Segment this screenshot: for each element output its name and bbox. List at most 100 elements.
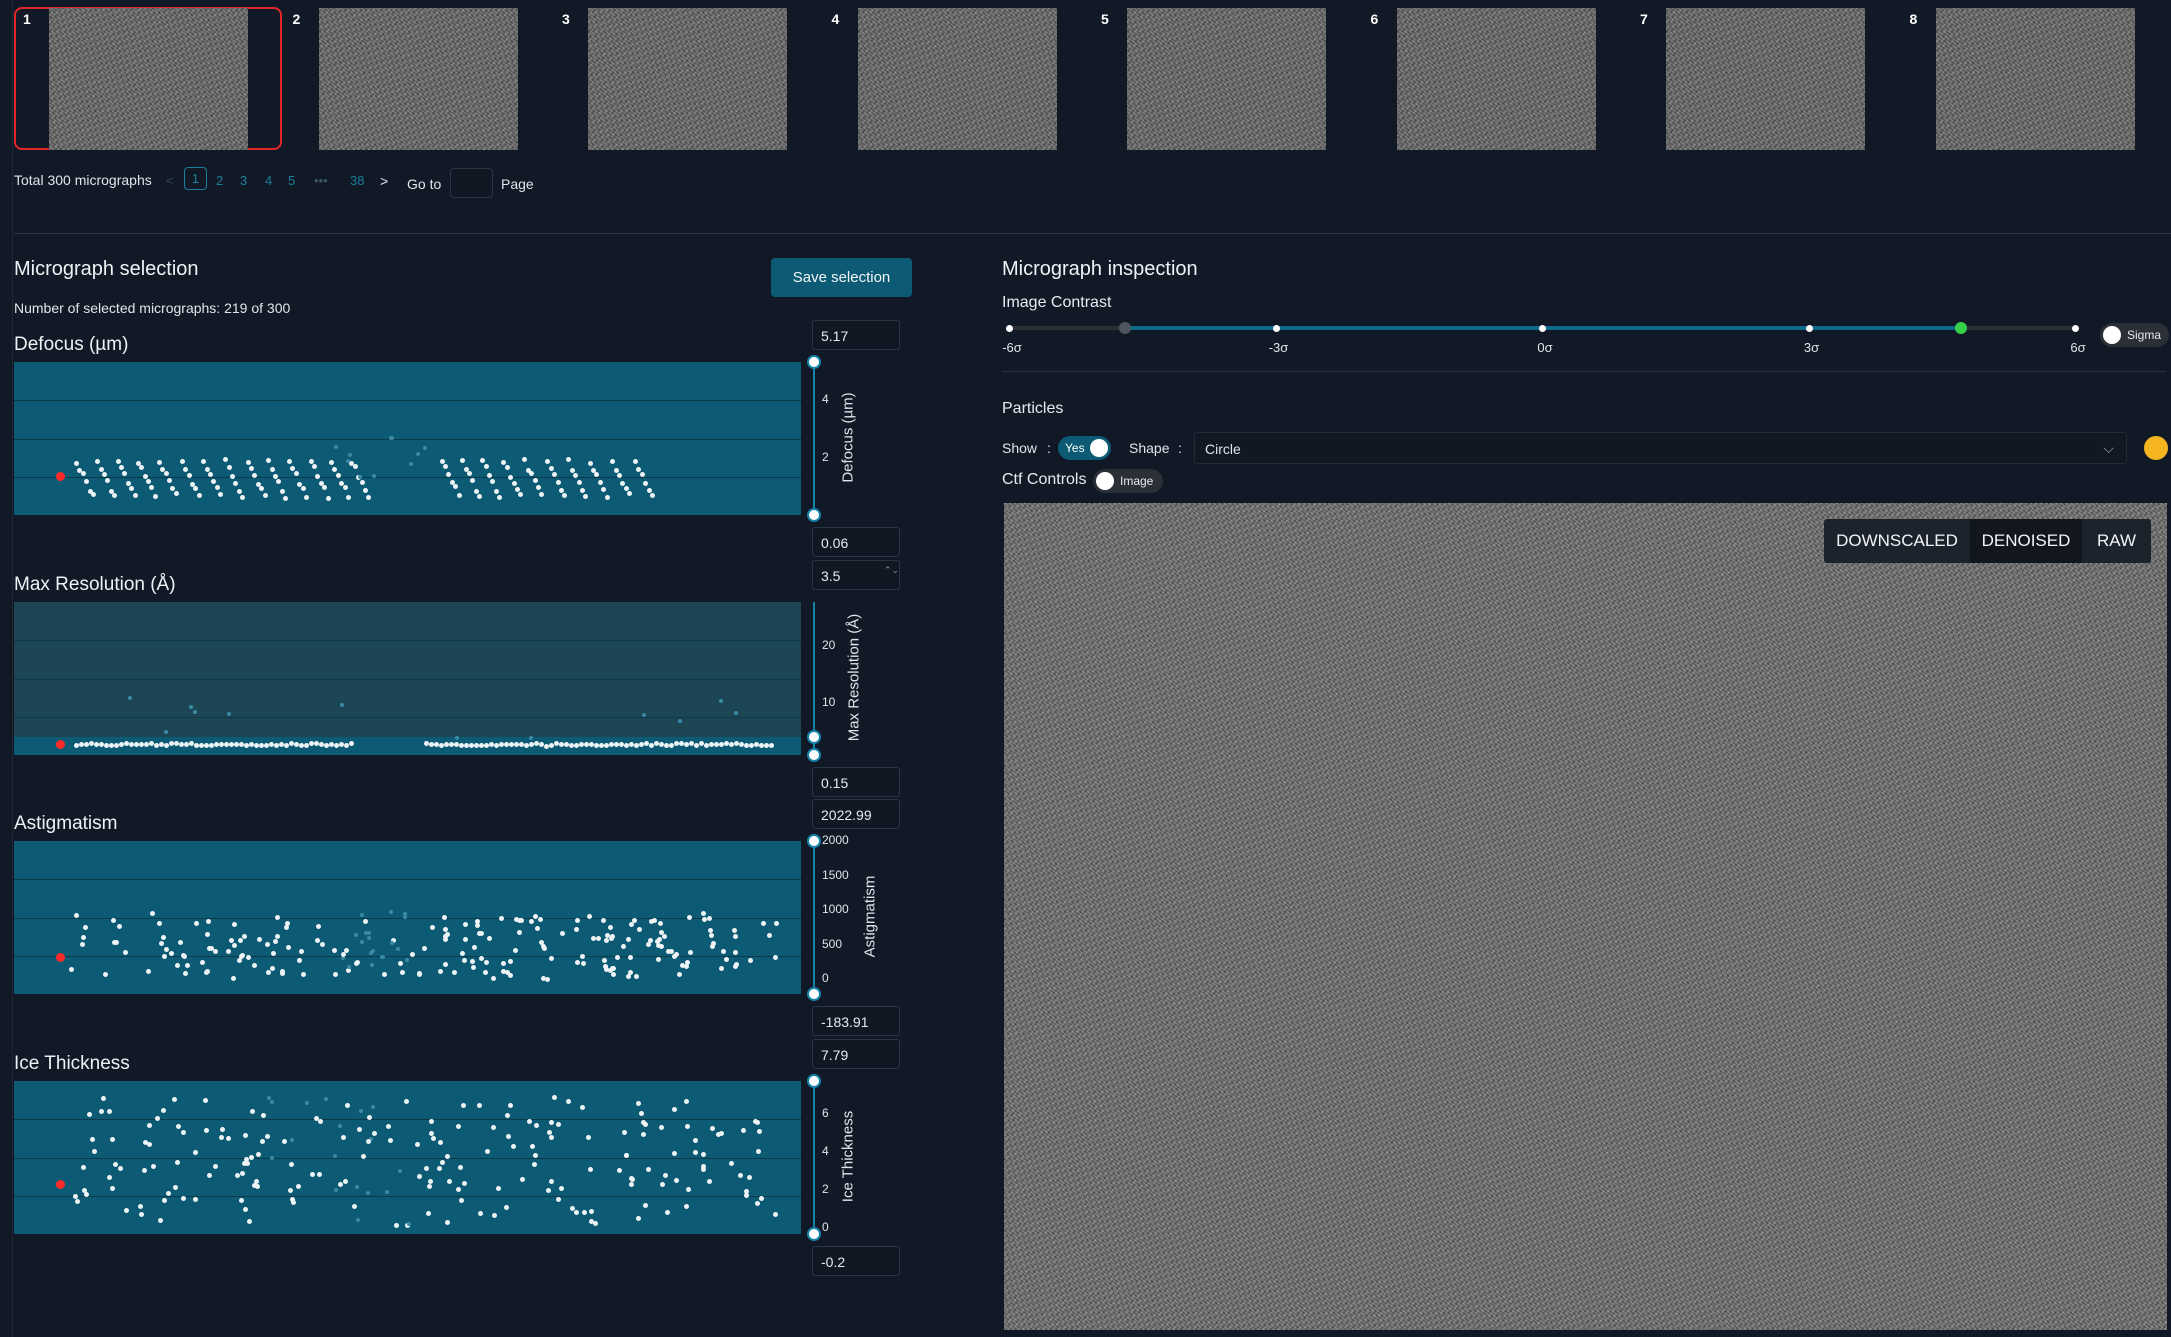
data-point — [579, 1105, 585, 1111]
thumbnail-image[interactable] — [1666, 8, 1865, 150]
thumbnail-image[interactable] — [318, 8, 518, 150]
data-point — [487, 472, 493, 478]
range-lower-input[interactable]: 0.06 — [812, 527, 900, 557]
show-colon: : — [1047, 440, 1051, 456]
contrast-high-handle[interactable] — [1954, 322, 1967, 334]
axis-title: Ice Thickness — [839, 1110, 857, 1202]
data-point — [282, 1138, 288, 1144]
data-point — [482, 970, 488, 976]
data-point — [180, 1195, 186, 1201]
data-point — [706, 916, 712, 922]
data-point — [201, 458, 207, 464]
data-point — [99, 1109, 105, 1115]
data-point — [535, 925, 541, 931]
data-point — [499, 916, 505, 922]
sigma-toggle[interactable]: Sigma — [2100, 323, 2169, 347]
data-point — [580, 960, 586, 966]
data-point — [343, 1178, 349, 1184]
data-point — [309, 1172, 315, 1178]
range-slider-track[interactable] — [813, 362, 815, 515]
data-point — [193, 1197, 199, 1203]
thumbnail-image[interactable] — [1127, 8, 1326, 150]
micrograph-image[interactable] — [1004, 503, 2167, 1330]
range-lower-handle[interactable] — [807, 987, 821, 1001]
thumbnail-image[interactable] — [588, 8, 787, 150]
data-point — [132, 492, 138, 498]
range-upper-handle[interactable] — [807, 730, 821, 744]
data-point — [709, 932, 715, 938]
shape-select[interactable]: Circle ⌵ — [1194, 432, 2127, 464]
data-point — [178, 940, 184, 946]
prev-page-button[interactable]: < — [166, 173, 174, 188]
data-point — [516, 930, 522, 936]
data-point — [300, 486, 306, 492]
thumbnail-image[interactable] — [49, 8, 248, 150]
range-lower-input[interactable]: -0.2 — [812, 1246, 900, 1276]
data-point — [355, 1217, 360, 1222]
range-upper-handle[interactable] — [807, 1074, 821, 1088]
chart-plot-area[interactable] — [14, 1081, 801, 1234]
thumbnail-image[interactable] — [1935, 8, 2135, 150]
range-lower-input[interactable]: -183.91 — [812, 1006, 900, 1036]
data-point — [733, 933, 739, 939]
page-link-current[interactable]: 1 — [184, 167, 207, 190]
range-lower-handle[interactable] — [807, 508, 821, 522]
page-link[interactable]: 4 — [265, 173, 272, 188]
data-point — [474, 922, 480, 928]
data-point — [243, 1133, 249, 1139]
data-point — [313, 1115, 319, 1121]
data-point — [160, 934, 166, 940]
show-particles-toggle[interactable]: Yes — [1058, 436, 1111, 460]
page-link[interactable]: 2 — [216, 173, 223, 188]
next-page-button[interactable]: > — [380, 173, 388, 189]
particle-color-picker[interactable] — [2144, 436, 2168, 460]
pagination-ellipsis[interactable]: ••• — [314, 173, 328, 188]
number-stepper-icon[interactable]: ⌃⌄ — [884, 566, 899, 575]
range-upper-input[interactable]: 2022.99 — [812, 799, 900, 829]
range-upper-handle[interactable] — [807, 834, 821, 848]
thumbnail-number: 1 — [23, 11, 31, 27]
range-slider-track[interactable] — [813, 841, 815, 994]
range-upper-input[interactable]: 7.79 — [812, 1039, 900, 1069]
data-point — [225, 949, 231, 955]
data-point — [539, 492, 545, 498]
save-selection-button[interactable]: Save selection — [771, 258, 912, 297]
thumbnail-image[interactable] — [1396, 8, 1596, 150]
data-point — [738, 1172, 744, 1178]
range-lower-input[interactable]: 0.15 — [812, 767, 900, 797]
last-page-link[interactable]: 38 — [350, 173, 364, 188]
chart-plot-area[interactable] — [14, 602, 801, 755]
range-lower-handle[interactable] — [807, 748, 821, 762]
data-point — [206, 919, 212, 925]
data-point — [106, 1109, 112, 1115]
denoised-button[interactable]: DENOISED — [1970, 519, 2082, 563]
contrast-low-handle[interactable] — [1119, 322, 1132, 334]
data-point — [573, 1210, 579, 1216]
data-point — [183, 466, 189, 472]
data-point — [664, 1209, 670, 1215]
range-upper-handle[interactable] — [807, 355, 821, 369]
downscaled-button[interactable]: DOWNSCALED — [1824, 519, 1970, 563]
chart-plot-area[interactable] — [14, 841, 801, 994]
data-point — [719, 965, 725, 971]
ctf-image-toggle[interactable]: Image — [1093, 469, 1163, 493]
goto-page-input[interactable] — [450, 168, 493, 198]
range-upper-input[interactable]: 5.17 — [812, 320, 900, 350]
range-lower-handle[interactable] — [807, 1227, 821, 1241]
data-point — [693, 1137, 699, 1143]
data-point — [629, 921, 635, 927]
raw-button[interactable]: RAW — [2082, 519, 2151, 563]
data-point — [159, 941, 165, 947]
data-point — [139, 464, 145, 470]
chart-plot-area[interactable] — [14, 362, 801, 515]
data-point — [600, 917, 606, 923]
data-point — [245, 955, 251, 961]
range-slider-track[interactable] — [813, 1081, 815, 1234]
data-point — [672, 954, 678, 960]
data-point — [305, 1100, 310, 1105]
page-link[interactable]: 3 — [240, 173, 247, 188]
data-point — [334, 1187, 339, 1192]
page-link[interactable]: 5 — [288, 173, 295, 188]
ctf-toggle-label: Image — [1120, 474, 1154, 488]
thumbnail-image[interactable] — [857, 8, 1057, 150]
